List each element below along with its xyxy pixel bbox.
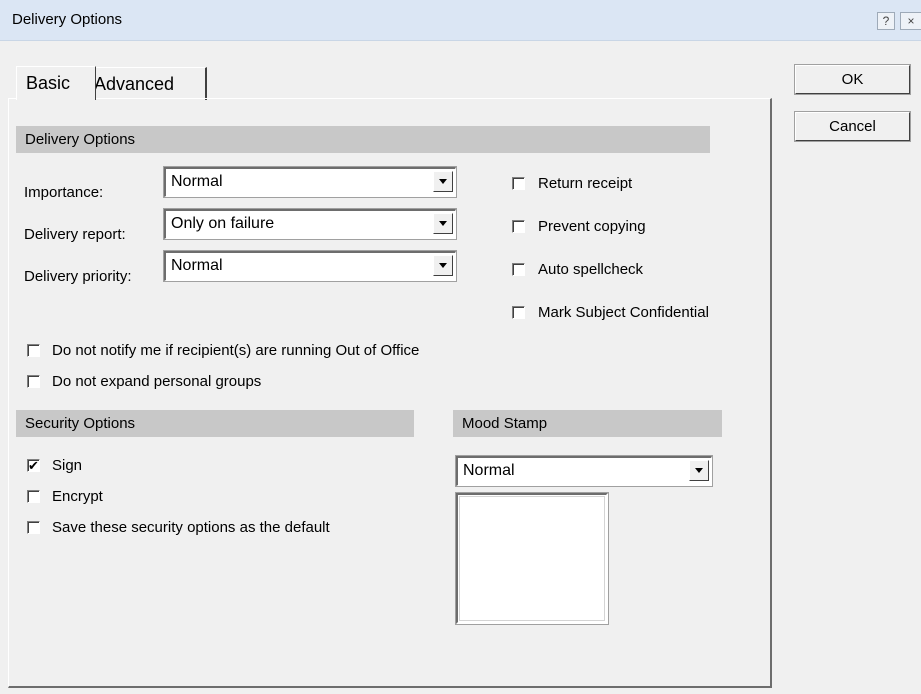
mood-stamp-value: Normal	[463, 462, 515, 479]
check-mark-icon: ✔	[28, 458, 39, 473]
auto-spellcheck-checkbox[interactable]	[512, 263, 525, 276]
title-bar: Delivery Options ? ×	[0, 0, 921, 41]
delivery-priority-label: Delivery priority:	[24, 268, 132, 285]
prevent-copying-checkbox[interactable]	[512, 220, 525, 233]
prevent-copying-label[interactable]: Prevent copying	[538, 218, 646, 235]
chevron-down-icon[interactable]	[689, 460, 709, 481]
no-expand-groups-label[interactable]: Do not expand personal groups	[52, 373, 261, 390]
auto-spellcheck-label[interactable]: Auto spellcheck	[538, 261, 643, 278]
importance-value: Normal	[171, 173, 223, 190]
mark-confidential-label[interactable]: Mark Subject Confidential	[538, 304, 709, 321]
window-title: Delivery Options	[12, 11, 123, 28]
return-receipt-checkbox[interactable]	[512, 177, 525, 190]
mark-confidential-checkbox[interactable]	[512, 306, 525, 319]
tab-advanced[interactable]: Advanced	[87, 67, 207, 100]
save-default-label[interactable]: Save these security options as the defau…	[52, 519, 330, 536]
mood-stamp-preview	[456, 493, 608, 624]
sign-checkbox[interactable]: ✔	[27, 459, 40, 472]
sign-label[interactable]: Sign	[52, 457, 82, 474]
importance-dropdown[interactable]: Normal	[164, 167, 456, 197]
encrypt-checkbox[interactable]	[27, 490, 40, 503]
delivery-priority-dropdown[interactable]: Normal	[164, 251, 456, 281]
no-oof-notify-label[interactable]: Do not notify me if recipient(s) are run…	[52, 342, 419, 359]
return-receipt-label[interactable]: Return receipt	[538, 175, 632, 192]
delivery-options-header: Delivery Options	[16, 126, 710, 153]
save-default-checkbox[interactable]	[27, 521, 40, 534]
no-expand-groups-checkbox[interactable]	[27, 375, 40, 388]
delivery-priority-value: Normal	[171, 257, 223, 274]
security-options-header: Security Options	[16, 410, 414, 437]
tab-basic[interactable]: Basic	[16, 66, 96, 100]
chevron-down-icon[interactable]	[433, 171, 453, 192]
help-button[interactable]: ?	[877, 12, 895, 30]
ok-button[interactable]: OK	[795, 65, 910, 94]
mood-stamp-dropdown[interactable]: Normal	[456, 456, 712, 486]
cancel-button[interactable]: Cancel	[795, 112, 910, 141]
close-button[interactable]: ×	[900, 12, 921, 30]
encrypt-label[interactable]: Encrypt	[52, 488, 103, 505]
importance-label: Importance:	[24, 184, 104, 201]
mood-stamp-header: Mood Stamp	[453, 410, 722, 437]
chevron-down-icon[interactable]	[433, 255, 453, 276]
no-oof-notify-checkbox[interactable]	[27, 344, 40, 357]
delivery-report-dropdown[interactable]: Only on failure	[164, 209, 456, 239]
chevron-down-icon[interactable]	[433, 213, 453, 234]
delivery-report-label: Delivery report:	[24, 226, 126, 243]
delivery-report-value: Only on failure	[171, 215, 275, 232]
